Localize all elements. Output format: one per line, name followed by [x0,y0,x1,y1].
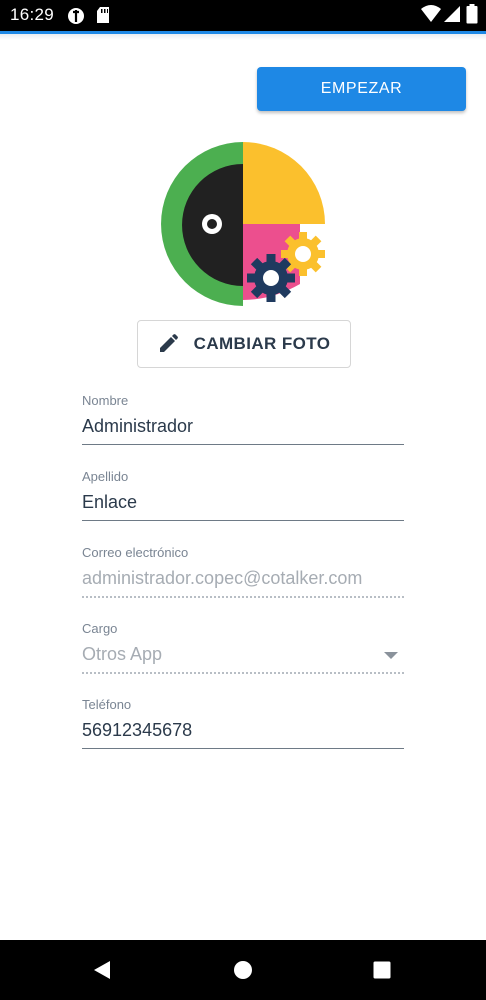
back-icon[interactable] [72,940,132,1000]
profile-photo [160,142,328,308]
position-value[interactable]: Otros App [82,644,404,668]
status-time: 16:29 [10,5,55,24]
chevron-down-icon[interactable] [384,652,398,659]
last-name-label: Apellido [82,469,129,484]
first-name-field[interactable]: Nombre Administrador [82,393,404,445]
status-bar: 16:29 [0,0,486,31]
first-name-label: Nombre [82,393,129,408]
last-name-underline [82,520,404,521]
first-name-value[interactable]: Administrador [82,416,404,440]
data-saver-icon [66,6,86,31]
email-underline [82,596,404,598]
last-name-field[interactable]: Apellido Enlace [82,469,404,521]
email-value: administrador.copec@cotalker.com [82,568,363,588]
change-photo-label: CAMBIAR FOTO [193,334,331,353]
last-name-value[interactable]: Enlace [82,492,404,516]
position-select[interactable]: Cargo Otros App [82,621,404,674]
phone-underline [82,748,404,749]
home-icon[interactable] [213,940,273,1000]
pencil-icon [158,334,178,354]
toolbar-shadow [0,34,486,40]
first-name-underline [82,444,404,445]
battery-icon [466,4,478,29]
phone-label: Teléfono [82,697,132,712]
phone-field[interactable]: Teléfono 56912345678 [82,697,404,749]
recents-icon[interactable] [352,940,412,1000]
signal-icon [443,5,461,28]
position-label: Cargo [82,621,118,636]
wifi-icon [421,5,441,28]
change-photo-button[interactable]: CAMBIAR FOTO [137,320,351,368]
phone-value[interactable]: 56912345678 [82,720,404,744]
email-label: Correo electrónico [82,545,189,560]
email-field: Correo electrónico administrador.copec@c… [82,545,404,598]
sd-card-icon [96,6,110,29]
start-button[interactable]: EMPEZAR [257,67,466,111]
position-underline [82,672,404,674]
navigation-bar [0,940,486,1000]
